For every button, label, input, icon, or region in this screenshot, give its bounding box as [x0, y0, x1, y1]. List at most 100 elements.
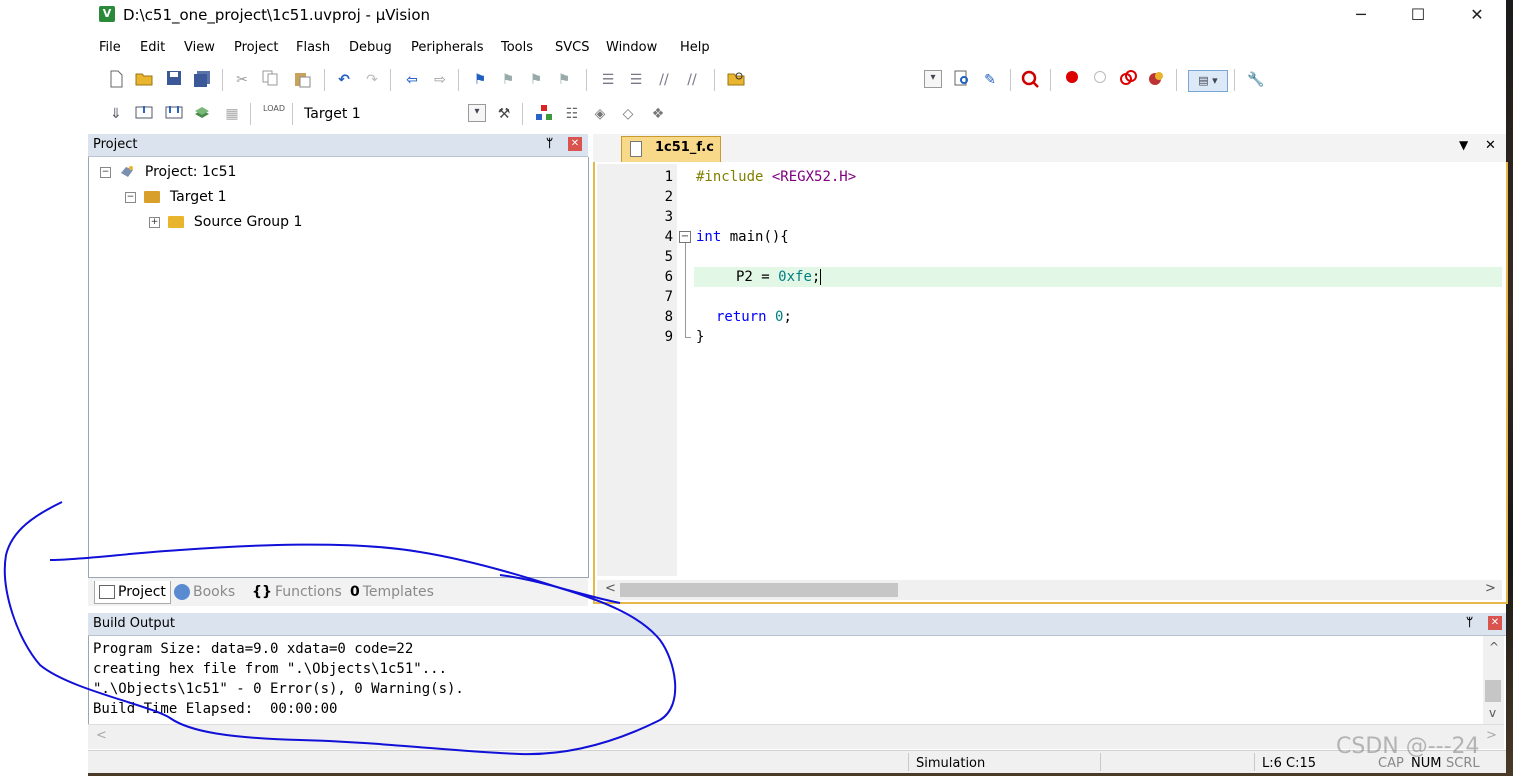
comment-icon[interactable]: //	[654, 70, 674, 90]
line-number: 8	[664, 309, 673, 325]
find-in-files-icon[interactable]	[726, 70, 746, 90]
bookmark-prev-icon[interactable]: ⚑	[498, 70, 518, 90]
select-packs-icon[interactable]: ☷	[562, 104, 582, 124]
scroll-thumb[interactable]	[1485, 680, 1501, 702]
text-cursor	[820, 269, 822, 285]
tab-books[interactable]: Books	[174, 584, 235, 600]
tab-label: Templates	[362, 584, 434, 600]
menu-flash[interactable]: Flash	[296, 40, 330, 55]
code-token: #include	[696, 169, 764, 185]
close-panel-icon[interactable]: ✕	[568, 137, 582, 151]
tree-label: Target 1	[169, 189, 227, 205]
menu-tools[interactable]: Tools	[501, 40, 533, 55]
tab-label: Books	[193, 584, 236, 600]
fold-collapse-icon[interactable]: −	[679, 231, 691, 243]
scroll-right-icon[interactable]: >	[1486, 728, 1497, 743]
download-load-icon[interactable]: LOAD	[262, 104, 286, 124]
cut-icon[interactable]: ✂	[232, 70, 252, 90]
tab-functions[interactable]: {} Functions	[252, 584, 342, 600]
new-file-icon[interactable]	[106, 70, 126, 90]
minimize-button[interactable]: ─	[1338, 0, 1384, 30]
menu-debug[interactable]: Debug	[349, 40, 392, 55]
configure-icon[interactable]: 🔧	[1246, 70, 1266, 90]
scroll-left-icon[interactable]: <	[96, 728, 107, 743]
editor-tab-row: ▼ ✕	[593, 134, 1506, 164]
close-panel-icon[interactable]: ✕	[1488, 616, 1502, 630]
build-output-vertical-scrollbar[interactable]: ^ v	[1483, 636, 1504, 724]
collapse-icon[interactable]: −	[125, 191, 136, 203]
batch-build-icon[interactable]	[192, 104, 212, 124]
menu-peripherals[interactable]: Peripherals	[411, 40, 484, 55]
build-output-horizontal-scrollbar[interactable]: < >	[88, 724, 1504, 749]
window-layout-dropdown[interactable]: ▤ ▾	[1188, 70, 1228, 92]
insert-breakpoint-icon[interactable]	[1062, 70, 1082, 90]
debug-session-icon[interactable]	[1020, 70, 1040, 90]
redo-icon[interactable]: ↷	[362, 70, 382, 90]
scroll-down-icon[interactable]: v	[1489, 706, 1496, 720]
menu-help[interactable]: Help	[680, 40, 710, 55]
build-output-title: Build Output	[93, 616, 175, 631]
bookmark-clear-icon[interactable]: ⚑	[554, 70, 574, 90]
close-tab-icon[interactable]: ✕	[1485, 138, 1496, 153]
target-options-icon[interactable]: ⚒	[494, 104, 514, 124]
toolbar-separator	[222, 69, 223, 91]
collapse-icon[interactable]: −	[100, 166, 111, 178]
open-folder-icon[interactable]	[134, 70, 154, 90]
scroll-right-icon[interactable]: >	[1485, 581, 1496, 596]
status-cursor-position: L:6 C:15	[1262, 756, 1317, 771]
find-dropdown-icon[interactable]: ▾	[924, 70, 942, 88]
build-icon[interactable]	[134, 104, 154, 124]
incremental-find-icon[interactable]	[952, 70, 972, 90]
build-toolbar: ⇓ ▦ LOAD Target 1 ▾ ⚒ ☷ ◈ ◇ ❖	[92, 98, 1506, 130]
scroll-up-icon[interactable]: ^	[1489, 640, 1499, 654]
pin-icon[interactable]: ᛘ	[546, 136, 553, 150]
tab-templates[interactable]: 0 Templates	[350, 584, 434, 600]
indent-icon[interactable]: ☰	[598, 70, 618, 90]
bookmark-next-icon[interactable]: ⚑	[526, 70, 546, 90]
menu-edit[interactable]: Edit	[140, 40, 165, 55]
disable-all-breakpoints-icon[interactable]	[1118, 70, 1138, 90]
menu-svcs[interactable]: SVCS	[555, 40, 589, 55]
enable-breakpoint-icon[interactable]	[1090, 70, 1110, 90]
functions-icon: {}	[252, 584, 272, 600]
tree-source-group[interactable]: + Source Group 1	[149, 214, 302, 230]
translate-icon[interactable]: ⇓	[106, 104, 126, 124]
paste-icon[interactable]	[292, 70, 312, 90]
close-window-button[interactable]: ✕	[1454, 0, 1500, 30]
target-dropdown-icon[interactable]: ▾	[468, 104, 486, 122]
tab-project[interactable]: Project	[94, 581, 171, 604]
menu-project[interactable]: Project	[234, 40, 278, 55]
menu-file[interactable]: File	[99, 40, 121, 55]
kill-all-breakpoints-icon[interactable]	[1146, 70, 1166, 90]
rebuild-icon[interactable]	[164, 104, 184, 124]
tree-target[interactable]: − Target 1	[125, 189, 227, 205]
save-icon[interactable]	[164, 70, 184, 90]
project-components-icon[interactable]: ❖	[648, 104, 668, 124]
navigate-back-icon[interactable]: ⇦	[402, 70, 422, 90]
manage-rte-icon[interactable]: ◈	[590, 104, 610, 124]
stop-build-icon[interactable]: ▦	[222, 104, 242, 124]
expand-icon[interactable]: +	[149, 216, 160, 228]
editor-scroll-thumb[interactable]	[620, 583, 898, 597]
undo-icon[interactable]: ↶	[334, 70, 354, 90]
navigate-forward-icon[interactable]: ⇨	[430, 70, 450, 90]
uncomment-icon[interactable]: //	[682, 70, 702, 90]
maximize-button[interactable]: ☐	[1395, 0, 1441, 30]
menu-view[interactable]: View	[184, 40, 215, 55]
line-number: 2	[664, 189, 673, 205]
copy-icon[interactable]	[260, 70, 280, 90]
toolbar-separator	[1050, 69, 1051, 91]
status-separator	[1254, 753, 1255, 771]
unindent-icon[interactable]: ☰	[626, 70, 646, 90]
save-all-icon[interactable]	[192, 70, 212, 90]
tab-list-dropdown-icon[interactable]: ▼	[1459, 138, 1468, 152]
tree-project-root[interactable]: − Project: 1c51	[100, 164, 236, 180]
replace-icon[interactable]: ✎	[980, 70, 1000, 90]
pack-installer-icon[interactable]: ◇	[618, 104, 638, 124]
scroll-left-icon[interactable]: <	[605, 581, 616, 596]
menu-window[interactable]: Window	[606, 40, 657, 55]
manage-project-items-icon[interactable]	[534, 104, 554, 124]
pin-icon[interactable]: ᛘ	[1466, 615, 1473, 629]
target-select[interactable]: Target 1	[304, 104, 454, 124]
bookmark-toggle-icon[interactable]: ⚑	[470, 70, 490, 90]
